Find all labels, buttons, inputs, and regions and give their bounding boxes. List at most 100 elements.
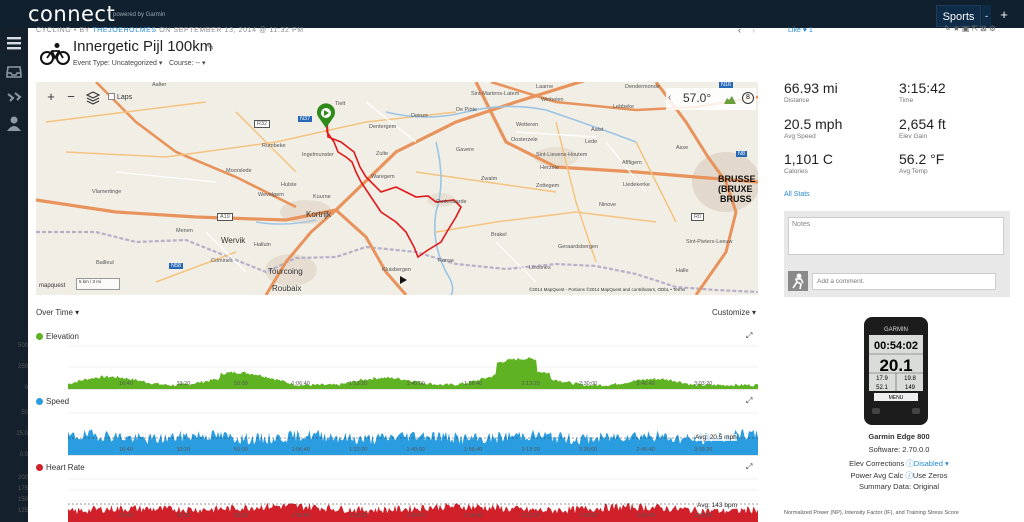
elevation-y-label: 500	[17, 343, 28, 349]
heart-rate-y-label: 175	[17, 486, 28, 492]
x-tick-label: 1:56:40	[464, 381, 483, 387]
heart-rate-section-title[interactable]: Heart Rate	[36, 463, 85, 472]
over-time-dropdown[interactable]: Over Time ▾	[36, 308, 79, 317]
elevation-y-label: 0	[24, 385, 28, 391]
map-place: Aalter	[152, 82, 167, 88]
comment-avatar-icon	[788, 271, 808, 291]
laps-checkbox[interactable]: Laps	[108, 93, 132, 101]
all-stats-link[interactable]: All Stats	[784, 191, 810, 198]
expand-elevation-icon[interactable]: ⤢	[746, 331, 752, 341]
left-nav	[0, 28, 28, 522]
like-heart-icon: ♥	[802, 27, 807, 34]
x-tick-label: 3:03:20	[694, 381, 713, 387]
x-tick-label: 1:06:40	[291, 381, 310, 387]
map-place: Lebbeke	[613, 104, 635, 110]
notes-panel: Notes Add a comment.	[784, 211, 1010, 297]
edit-icon[interactable]: ✎	[944, 24, 953, 33]
map-place: Kortrijk	[306, 210, 331, 219]
connections-icon[interactable]	[5, 88, 23, 106]
map-place: Wichelen	[541, 97, 564, 103]
play-route-icon[interactable]	[398, 275, 408, 285]
elevation-section-title[interactable]: Elevation	[36, 332, 79, 341]
powered-by-label: powered by Garmin	[113, 12, 166, 18]
delete-icon[interactable]: ⊠	[980, 24, 989, 33]
speed-section-title[interactable]: Speed	[36, 397, 69, 406]
x-tick-label: 50:00	[234, 513, 248, 519]
road-shield: N8	[736, 151, 748, 157]
inbox-icon[interactable]	[5, 62, 23, 80]
elev-corrections-row: Elev Corrections ⓘDisabled ▾	[784, 458, 1014, 469]
heart-rate-average-label: Avg: 143 bpm	[697, 502, 737, 509]
map-attribution[interactable]: ©2014 MapQuest - Portions ©2014 MapQuest…	[529, 287, 685, 292]
map-place: Menen	[176, 228, 193, 234]
elevation-dot-icon	[36, 333, 43, 340]
share-icon[interactable]: ⇱	[971, 24, 980, 33]
avg-temp-label: Avg Temp	[899, 168, 928, 175]
x-tick-label: 1:23:20	[349, 513, 368, 519]
elev-corrections-caret[interactable]: ▾	[943, 459, 949, 468]
next-activity-icon[interactable]: ›	[752, 25, 755, 35]
layers-icon[interactable]	[86, 91, 100, 105]
x-tick-label: 3:03:20	[694, 447, 713, 453]
elev-gain-value: 2,654 ft	[899, 116, 946, 132]
elev-corrections-value[interactable]: Disabled	[914, 459, 943, 468]
activity-title: Innergetic Pijl 100km	[73, 38, 213, 55]
previous-activity-icon[interactable]: ‹	[738, 25, 741, 35]
weather-prev-icon[interactable]: ‹	[668, 92, 671, 103]
map-place: Ingelmunster	[302, 152, 334, 158]
device-brand-text: GARMIN	[884, 327, 908, 333]
notes-field[interactable]: Notes	[788, 217, 1004, 255]
zoom-in-button[interactable]: +	[44, 90, 58, 104]
map-place: Comines	[211, 258, 233, 264]
favorite-icon[interactable]: ★	[953, 24, 962, 33]
map-place: Laarne	[536, 84, 554, 90]
activity-page: connect powered by Garmin Sports - + CYC…	[0, 0, 1024, 522]
map-place: Geraardsbergen	[558, 244, 599, 250]
export-icon[interactable]: ▣	[962, 24, 972, 33]
course-dropdown[interactable]: Course: -- ▾	[169, 59, 206, 67]
expand-speed-icon[interactable]: ⤢	[746, 396, 752, 406]
map-place: Affligem	[622, 160, 642, 166]
map-city-brussel: BRUSS	[720, 194, 752, 204]
map-place: Oudenaarde	[436, 199, 467, 205]
zoom-out-button[interactable]: −	[64, 90, 78, 104]
map-place: Wervik	[221, 236, 246, 245]
profile-icon[interactable]	[5, 114, 23, 132]
x-tick-label: 1:40:00	[406, 513, 425, 519]
comment-input[interactable]: Add a comment.	[812, 273, 996, 290]
x-tick-label: 1:06:40	[291, 513, 310, 519]
customize-dropdown[interactable]: Customize ▾	[712, 308, 756, 317]
app-logo[interactable]: connect	[28, 2, 115, 26]
elevation-label: Elevation	[46, 332, 79, 341]
map-place: Sint-Martens-Latem	[471, 91, 520, 97]
heart-rate-y-label: 200	[17, 475, 28, 481]
help-icon[interactable]: ⓘ	[906, 459, 914, 468]
map-place: Dentergem	[369, 124, 397, 130]
hamburger-menu-icon[interactable]	[5, 34, 23, 52]
like-button[interactable]: Like ♥ 1	[788, 27, 813, 34]
x-tick-label: 33:20	[176, 381, 191, 387]
time-label: Time	[899, 97, 914, 104]
map-city-brussels: BRUSSE	[718, 174, 756, 184]
x-tick-label: 1:06:40	[291, 447, 310, 453]
event-type-dropdown[interactable]: Event Type: Uncategorized ▾	[73, 59, 162, 67]
road-shield: N37	[298, 116, 313, 122]
power-avg-row: Power Avg Calc ⓘUse Zeros	[784, 470, 1014, 481]
route-map[interactable]: + − Laps ‹ 57.0° 8 Tielt Dentergem Deinz…	[36, 82, 758, 295]
map-place: Zottegem	[536, 183, 560, 189]
expand-heart-rate-icon[interactable]: ⤢	[746, 462, 752, 472]
help-icon[interactable]: ⓘ	[905, 471, 913, 480]
distance-label: Distance	[784, 97, 810, 104]
settings-icon[interactable]: ⚙	[989, 24, 998, 33]
device-screen-value: 19.8	[904, 376, 916, 382]
x-tick-label: 16:40	[119, 513, 133, 519]
speed-dot-icon	[36, 398, 43, 405]
breadcrumb-user-link[interactable]: THEJOEHOLMES	[92, 27, 156, 34]
x-tick-label: 16:40	[119, 381, 133, 387]
laps-checkbox-box[interactable]	[108, 93, 115, 100]
speed-label: Speed	[46, 397, 70, 406]
heart-rate-dot-icon	[36, 464, 43, 471]
wind-icon: 8	[742, 92, 754, 104]
device-menu-text: MENU	[889, 395, 904, 401]
edit-title-icon[interactable]: ✎	[206, 42, 214, 53]
